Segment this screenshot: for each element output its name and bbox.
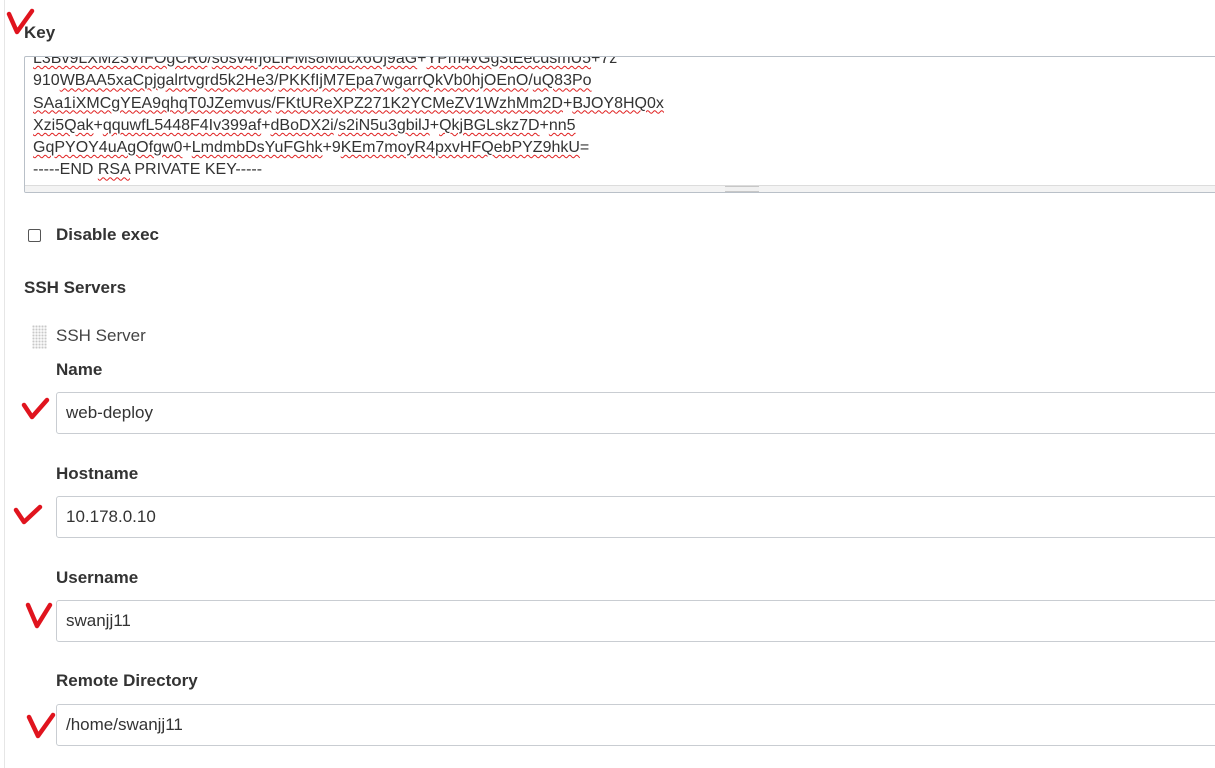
disable-exec-row[interactable]: Disable exec (28, 225, 159, 245)
textarea-resize-bar[interactable] (25, 185, 1215, 192)
key-text-segment: dBoDX2i (270, 116, 334, 134)
key-text-segment: +9 (322, 139, 341, 157)
checkmark-icon-username (25, 602, 53, 629)
name-input[interactable] (56, 392, 1215, 434)
key-text-line: L3Bv9LXM23VfFOgCR0/sosv4rj6LfFMs8Mucx6Uj… (33, 56, 664, 70)
key-text-segment: + (417, 56, 427, 67)
username-input[interactable] (56, 600, 1215, 642)
key-text-segment: WBAA5xaCpjgalrtvgrd5k2He3 (59, 72, 275, 90)
key-label: Key (24, 23, 56, 42)
disable-exec-label[interactable]: Disable exec (56, 225, 159, 245)
key-text-segment: nn5 (548, 116, 576, 134)
key-text-segment: FKtUReXPZ271K2YCMeZV1WzhMm2D (275, 94, 563, 112)
drag-handle-icon[interactable] (32, 325, 47, 349)
key-text-line: Xzi5Qak+qquwfL5448F4Iv399af+dBoDX2i/s2iN… (33, 115, 664, 137)
key-text-segment: QkjBGLskz7D (439, 116, 540, 134)
key-text-segment: + (261, 116, 271, 134)
checkmark-icon-remote-directory (26, 712, 56, 739)
key-text-segment: BJOY8HQ0x (572, 94, 664, 112)
remote-directory-label: Remote Directory (56, 671, 198, 690)
resize-grip-icon[interactable] (725, 186, 759, 192)
key-text-segment: PRIVATE KEY----- (129, 161, 263, 179)
key-text-line: GqPYOY4uAgOfgw0+LmdmbDsYuFGhk+9KEm7moyR4… (33, 137, 664, 159)
key-text-segment: uQ83Po (532, 72, 592, 90)
key-text-segment: + (562, 94, 573, 112)
ssh-servers-title: SSH Servers (24, 278, 127, 297)
key-text-segment: + (182, 139, 192, 157)
key-text-segment: s2iN5u3gbilJ (338, 116, 430, 134)
key-text-segment: Xzi5Qak (33, 116, 94, 134)
key-text-segment: sosv4rj6LfFMs8Mucx6Uj9aG (211, 56, 418, 67)
key-text-line: -----END RSA PRIVATE KEY----- (33, 159, 664, 181)
key-text-segment: GqPYOY4uAgOfgw0 (33, 139, 183, 157)
key-text-segment: KEm7moyR4pxvHFQebPYZ9hkU (340, 139, 580, 157)
key-text-segment: + (539, 116, 549, 134)
disable-exec-checkbox[interactable] (28, 228, 41, 242)
hostname-label: Hostname (56, 464, 139, 483)
username-label: Username (56, 568, 139, 587)
checkmark-icon-name (21, 397, 50, 420)
checkmark-icon-hostname (13, 504, 43, 525)
page-left-border (4, 0, 5, 768)
key-text-segment: LmdmbDsYuFGhk (191, 139, 323, 157)
key-text-segment: +7z (591, 56, 618, 67)
key-text-segment: + (429, 116, 440, 134)
key-text-segment: 910 (33, 72, 60, 90)
key-text-segment: L3Bv9LXM23VfFOgCR0 (33, 56, 208, 67)
hostname-input[interactable] (56, 496, 1215, 538)
key-text: L3Bv9LXM23VfFOgCR0/sosv4rj6LfFMs8Mucx6Uj… (33, 56, 664, 182)
key-text-line: 910WBAA5xaCpjgalrtvgrd5k2He3/PKKfIjM7Epa… (33, 70, 664, 92)
key-text-line: SAa1iXMCgYEA9qhqT0JZemvus/FKtUReXPZ271K2… (33, 93, 664, 115)
name-label: Name (56, 360, 103, 379)
ssh-server-header: SSH Server (56, 326, 146, 345)
key-text-segment: PKKfIjM7Epa7wgarrQkVb0hjOEnO (278, 72, 529, 90)
key-text-segment: + (93, 116, 103, 134)
key-textarea[interactable]: L3Bv9LXM23VfFOgCR0/sosv4rj6LfFMs8Mucx6Uj… (24, 56, 1215, 193)
remote-directory-input[interactable] (56, 704, 1215, 746)
key-text-segment: -----END (33, 161, 98, 179)
key-text-segment: SAa1iXMCgYEA9qhqT0JZemvus (33, 94, 272, 112)
key-text-segment: RSA (97, 161, 130, 179)
key-text-segment: YPm4vGg3tEecdsmU5 (426, 56, 592, 67)
key-text-segment: qquwfL5448F4Iv399af (102, 116, 262, 134)
key-text-segment: = (579, 139, 590, 157)
